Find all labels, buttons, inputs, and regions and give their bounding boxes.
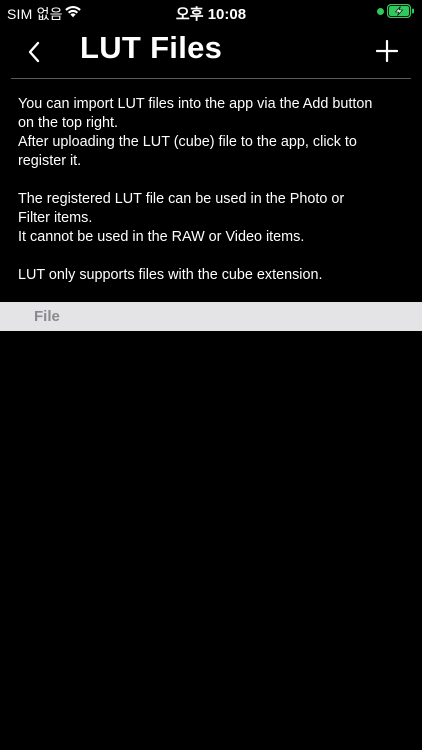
- battery-charging-icon: [387, 4, 414, 18]
- file-list-header: File: [0, 302, 422, 331]
- navigation-bar: LUT Files: [0, 28, 422, 76]
- description-paragraph-2: The registered LUT file can be used in t…: [18, 191, 345, 245]
- status-bar: SIM 없음 오후 10:08: [0, 0, 422, 24]
- file-list[interactable]: [0, 331, 422, 750]
- nav-divider: [11, 78, 411, 79]
- description-paragraph-3: LUT only supports files with the cube ex…: [18, 267, 323, 283]
- plus-icon: [376, 40, 398, 62]
- chevron-left-icon: [28, 41, 40, 63]
- page-title: LUT Files: [80, 30, 223, 65]
- file-column-label: File: [34, 308, 60, 325]
- add-lut-button[interactable]: [372, 36, 402, 66]
- clock: 오후 10:08: [175, 6, 247, 23]
- description-text: You can import LUT files into the app vi…: [18, 95, 413, 285]
- camera-in-use-dot: [377, 8, 384, 15]
- description-paragraph-1: You can import LUT files into the app vi…: [18, 96, 373, 169]
- back-button[interactable]: [20, 36, 48, 68]
